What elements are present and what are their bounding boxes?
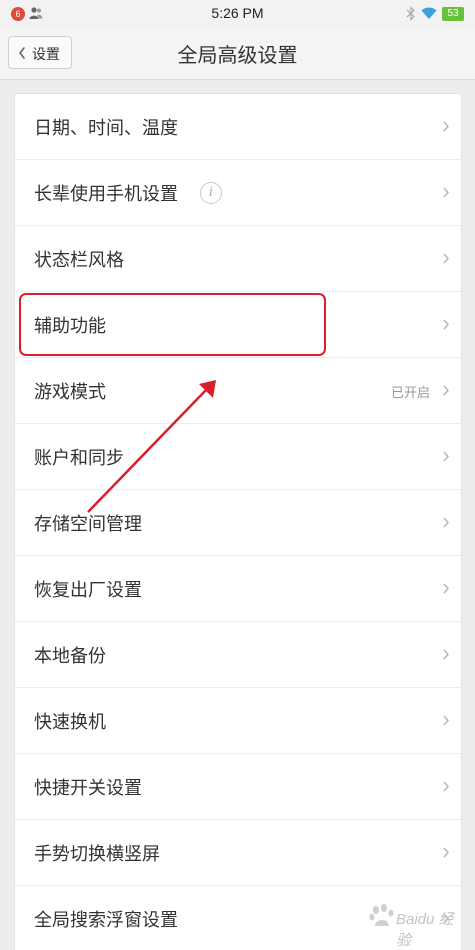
chevron-right-icon [443, 649, 450, 660]
settings-item-factory-reset[interactable]: 恢复出厂设置 [15, 556, 461, 622]
settings-item-label: 游戏模式 [34, 382, 106, 403]
settings-item-date-time[interactable]: 日期、时间、温度 [15, 94, 461, 160]
paw-logo-icon [369, 904, 394, 926]
settings-item-label: 日期、时间、温度 [34, 118, 178, 139]
settings-item-status-bar-style[interactable]: 状态栏风格 [15, 226, 461, 292]
chevron-right-icon [443, 121, 450, 132]
chevron-right-icon [443, 847, 450, 858]
settings-list: 日期、时间、温度 长辈使用手机设置 i 状态栏风格 辅助功能 游戏模式 已开启 … [14, 93, 462, 950]
settings-item-value: 已开启 [390, 386, 430, 401]
settings-item-gesture-rotate[interactable]: 手势切换横竖屏 [15, 820, 461, 886]
wifi-icon [421, 7, 437, 19]
settings-item-storage[interactable]: 存储空间管理 [15, 490, 461, 556]
settings-item-label: 恢复出厂设置 [34, 580, 142, 601]
chevron-right-icon [443, 583, 450, 594]
settings-item-quick-switch[interactable]: 快速换机 [15, 688, 461, 754]
settings-item-label: 账户和同步 [34, 448, 124, 469]
chevron-right-icon [443, 253, 450, 264]
settings-item-label: 全局搜索浮窗设置 [34, 910, 178, 931]
chevron-right-icon [443, 781, 450, 792]
settings-item-elder-mode[interactable]: 长辈使用手机设置 i [15, 160, 461, 226]
chevron-right-icon [443, 451, 450, 462]
bluetooth-icon [406, 6, 415, 21]
settings-item-local-backup[interactable]: 本地备份 [15, 622, 461, 688]
page-title: 全局高级设置 [177, 43, 298, 67]
settings-item-label: 快捷开关设置 [34, 778, 142, 799]
status-bar: 6 5:26 PM 53 [0, 0, 475, 28]
settings-item-quick-toggles[interactable]: 快捷开关设置 [15, 754, 461, 820]
highlight-box [19, 293, 326, 356]
baidu-watermark: Baidu 经验 [368, 896, 468, 949]
status-time: 5:26 PM [211, 5, 264, 21]
settings-item-label: 本地备份 [34, 646, 106, 667]
settings-item-label: 存储空间管理 [34, 514, 142, 535]
chevron-right-icon [443, 319, 450, 330]
settings-item-label: 长辈使用手机设置 [34, 184, 178, 205]
settings-item-label: 手势切换横竖屏 [34, 844, 160, 865]
chevron-right-icon [443, 715, 450, 726]
chevron-right-icon [443, 385, 450, 396]
watermark-text: Baidu 经验 [396, 911, 454, 949]
chevron-right-icon [443, 187, 450, 198]
title-bar: 设置 全局高级设置 [0, 28, 475, 80]
battery-icon: 53 [442, 7, 464, 21]
settings-item-game-mode[interactable]: 游戏模式 已开启 [15, 358, 461, 424]
info-icon[interactable]: i [200, 182, 222, 204]
settings-item-accounts-sync[interactable]: 账户和同步 [15, 424, 461, 490]
settings-item-label: 状态栏风格 [34, 250, 124, 271]
settings-item-label: 快速换机 [34, 712, 106, 733]
chevron-right-icon [443, 517, 450, 528]
